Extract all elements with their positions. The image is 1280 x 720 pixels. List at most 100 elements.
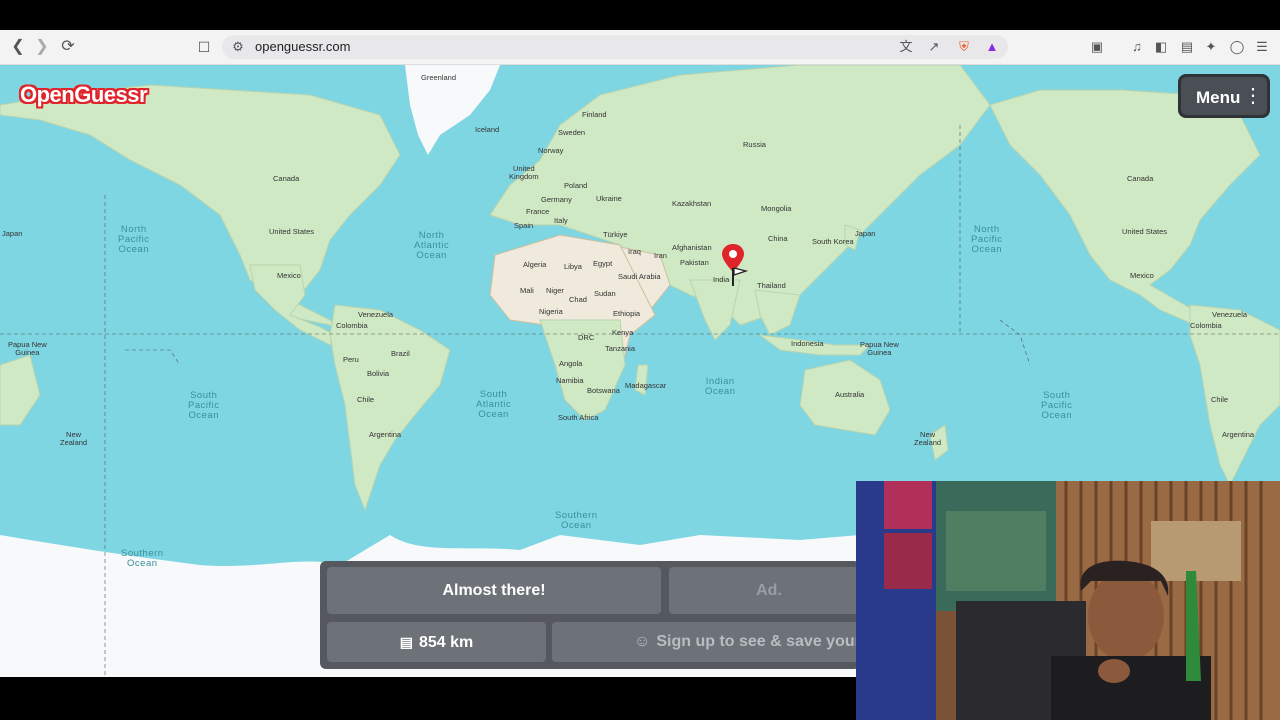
browser-toolbar: ❮ ❯ ⟳ ☐ ⚙ openguessr.com 文 ↗ ⛨ ▲ ▣ ♫ ◧ ▤… xyxy=(0,30,1280,65)
label-chile: Chile xyxy=(357,395,375,404)
result-status-text: Almost there! xyxy=(442,582,546,599)
wallet-icon[interactable]: ▤ xyxy=(1179,39,1195,55)
label-italy: Italy xyxy=(554,216,568,225)
label-us-right: United States xyxy=(1122,227,1168,236)
ad-slot: Ad. xyxy=(669,567,860,614)
label-sweden: Sweden xyxy=(558,128,586,137)
result-panel: Almost there! Ad. ▤ 854 km ☺ Sign up to se… xyxy=(320,561,860,669)
label-china: China xyxy=(768,234,788,243)
label-mexico: Mexico xyxy=(277,271,301,280)
label-south-pacific-right: South Pacific Ocean xyxy=(1041,390,1073,421)
label-south-pacific: South Pacific Ocean xyxy=(188,390,220,421)
ad-label: Ad. xyxy=(756,582,782,599)
back-icon[interactable]: ❮ xyxy=(8,37,28,57)
label-argentina-right: Argentina xyxy=(1222,430,1255,439)
label-pakistan: Pakistan xyxy=(680,258,709,267)
label-japan-left: Japan xyxy=(2,229,23,238)
label-ukraine: Ukraine xyxy=(596,194,622,203)
ruler-icon: ▤ xyxy=(399,634,413,650)
user-icon: ☺ xyxy=(634,633,651,650)
label-sudan: Sudan xyxy=(594,289,616,298)
share-icon[interactable]: ↗ xyxy=(926,39,942,55)
vpn-icon[interactable]: ◯ xyxy=(1229,39,1245,55)
label-png: Papua New Guinea xyxy=(860,340,899,357)
url-text: openguessr.com xyxy=(255,39,351,54)
label-france: France xyxy=(526,207,550,216)
label-thailand: Thailand xyxy=(757,281,786,290)
label-namibia: Namibia xyxy=(556,376,584,385)
label-southern-ocean: Southern Ocean xyxy=(555,510,598,531)
label-poland: Poland xyxy=(564,181,588,190)
label-chile-right: Chile xyxy=(1211,395,1229,404)
label-nigeria: Nigeria xyxy=(539,307,563,316)
label-australia: Australia xyxy=(835,390,865,399)
label-afghanistan: Afghanistan xyxy=(672,243,712,252)
label-spain: Spain xyxy=(514,221,534,230)
menu-button[interactable]: Menu ⋮ xyxy=(1178,74,1270,118)
label-angola: Angola xyxy=(559,359,583,368)
label-drc: DRC xyxy=(578,333,595,342)
leo-ai-icon[interactable]: ✦ xyxy=(1203,39,1219,55)
guess-marker[interactable] xyxy=(722,242,749,293)
result-status: Almost there! xyxy=(327,567,661,614)
rewards-icon[interactable]: ▲ xyxy=(984,39,1000,55)
label-png-left: Papua New Guinea xyxy=(8,340,47,357)
label-nz-left: New Zealand xyxy=(60,430,88,447)
brave-shield-icon[interactable]: ⛨ xyxy=(956,39,972,55)
menu-icon[interactable]: ☰ xyxy=(1254,39,1270,55)
label-bolivia: Bolivia xyxy=(367,369,390,378)
label-south-africa: South Africa xyxy=(558,413,599,422)
address-bar[interactable]: ⚙ openguessr.com 文 ↗ ⛨ ▲ xyxy=(222,35,1008,59)
label-uk: United Kingdom xyxy=(509,164,539,181)
label-southern-ocean-left: Southern Ocean xyxy=(121,548,164,569)
label-venezuela: Venezuela xyxy=(358,310,394,319)
menu-label: Menu xyxy=(1196,88,1241,107)
label-greenland: Greenland xyxy=(421,73,457,82)
label-iraq: Iraq xyxy=(628,247,641,256)
label-russia: Russia xyxy=(743,140,766,149)
label-north-pacific: North Pacific Ocean xyxy=(118,224,150,255)
screen-bottom-bar xyxy=(0,677,856,720)
label-turkiye: Türkiye xyxy=(603,230,628,239)
signup-text: Sign up to see & save your scor xyxy=(656,633,860,650)
music-icon[interactable]: ♫ xyxy=(1129,39,1145,55)
label-brazil: Brazil xyxy=(391,349,410,358)
label-north-atlantic: North Atlantic Ocean xyxy=(414,230,450,261)
label-egypt: Egypt xyxy=(593,259,613,268)
label-us: United States xyxy=(269,227,315,236)
label-colombia: Colombia xyxy=(336,321,368,330)
label-venezuela-right: Venezuela xyxy=(1212,310,1248,319)
label-north-pacific-right: North Pacific Ocean xyxy=(971,224,1003,255)
distance-box: ▤ 854 km xyxy=(327,622,546,662)
label-mali: Mali xyxy=(520,286,534,295)
signup-button[interactable]: ☺ Sign up to see & save your scor xyxy=(552,622,860,662)
site-settings-icon[interactable]: ⚙ xyxy=(230,39,246,55)
label-tanzania: Tanzania xyxy=(605,344,636,353)
bookmark-icon[interactable]: ☐ xyxy=(194,37,214,57)
webcam-scene xyxy=(856,481,1280,720)
label-canada: Canada xyxy=(273,174,300,183)
label-mexico-right: Mexico xyxy=(1130,271,1154,280)
label-south-korea: South Korea xyxy=(812,237,854,246)
label-indian-ocean: Indian Ocean xyxy=(705,376,736,397)
label-botswana: Botswana xyxy=(587,386,620,395)
label-chad: Chad xyxy=(569,295,587,304)
label-colombia-right: Colombia xyxy=(1190,321,1222,330)
sidebar-icon[interactable]: ◧ xyxy=(1153,39,1169,55)
reload-icon[interactable]: ⟳ xyxy=(58,37,78,57)
label-iran: Iran xyxy=(654,251,667,260)
distance-value: 854 km xyxy=(418,634,474,651)
webcam-overlay xyxy=(856,481,1280,720)
extension-icon[interactable]: ▣ xyxy=(1089,39,1105,55)
label-nz: New Zealand xyxy=(914,430,942,447)
forward-icon[interactable]: ❯ xyxy=(32,37,52,57)
label-argentina: Argentina xyxy=(369,430,402,439)
translate-icon[interactable]: 文 xyxy=(898,39,914,55)
openguessr-logo[interactable]: OpenGuessr xyxy=(20,82,148,108)
label-saudi: Saudi Arabia xyxy=(618,272,661,281)
label-japan: Japan xyxy=(855,229,876,238)
label-germany: Germany xyxy=(541,195,572,204)
label-peru: Peru xyxy=(343,355,359,364)
label-ethiopia: Ethiopia xyxy=(613,309,641,318)
label-madagascar: Madagascar xyxy=(625,381,667,390)
